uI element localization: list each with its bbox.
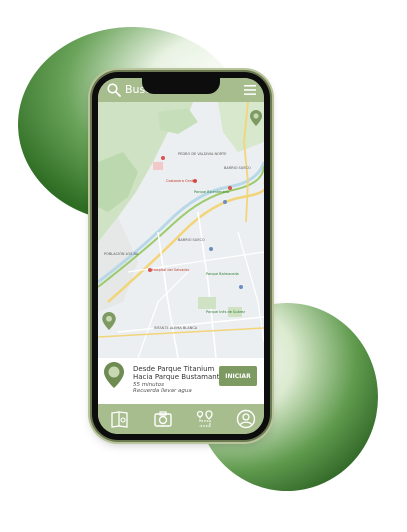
route-note: Recuerda llevar agua: [133, 388, 192, 394]
route-pin-icon: [104, 362, 124, 388]
bottom-navigation: [98, 404, 264, 434]
route-icon[interactable]: [195, 409, 215, 429]
origin-pin-icon[interactable]: [102, 312, 116, 330]
map-label: BARRIO SUECO: [224, 166, 251, 170]
phone-notch: [142, 78, 220, 94]
map-label: POBLACIÓN LOS BA: [104, 252, 139, 256]
map-label: Parque Inés de Suárez: [206, 310, 245, 314]
map-label: PEDRO DE VALDIVIA NORTE: [178, 152, 227, 156]
destination-pin-icon[interactable]: [250, 110, 262, 126]
map-label: Hospital del Salvador: [152, 268, 190, 272]
route-origin: Desde Parque Titanium: [133, 365, 215, 373]
map-book-icon[interactable]: [110, 409, 130, 429]
map-label: Parque Balmaceda: [206, 272, 239, 276]
map-view[interactable]: PEDRO DE VALDIVIA NORTE BARRIO SUECO Cos…: [98, 102, 264, 358]
map-label: Parque Bicentenario: [194, 190, 230, 194]
search-icon[interactable]: [107, 83, 121, 97]
route-destination: Hacia Parque Bustamante: [133, 373, 224, 381]
hamburger-menu-icon[interactable]: [244, 85, 256, 95]
profile-icon[interactable]: [236, 409, 256, 429]
camera-icon[interactable]: [153, 409, 173, 429]
map-label: BARRIO SUECO: [178, 238, 205, 242]
map-canvas: [98, 102, 264, 358]
route-summary-card: Desde Parque Titanium Hacia Parque Busta…: [98, 358, 264, 404]
map-label: Costanera Center: [166, 179, 197, 183]
phone-mockup: Buscar ruta: [92, 72, 270, 440]
start-route-button[interactable]: INICIAR: [219, 366, 257, 386]
phone-screen: Buscar ruta: [98, 78, 264, 434]
map-label: INFANTE ALEMA BLANCA: [154, 326, 198, 330]
